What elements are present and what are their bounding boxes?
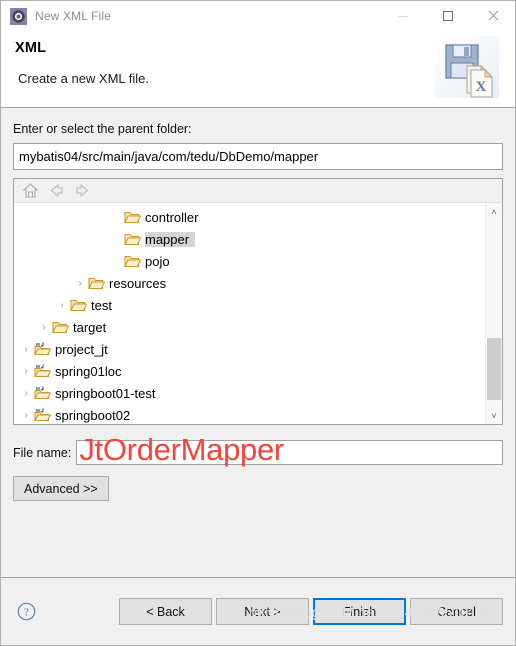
file-name-input[interactable]: JtOrderMapper xyxy=(76,432,503,467)
folder-icon xyxy=(124,232,142,246)
tree-row-label: resources xyxy=(109,275,167,291)
tree-row[interactable]: ›controller xyxy=(14,206,502,228)
file-name-row: File name: JtOrderMapper xyxy=(13,432,503,467)
close-icon[interactable] xyxy=(470,1,515,31)
tree-row[interactable]: ›mapper xyxy=(14,228,502,250)
help-question-icon[interactable]: ? xyxy=(17,602,36,621)
footer-buttons: < Back Next > Finish Cancel xyxy=(119,598,503,625)
scroll-track[interactable] xyxy=(486,220,502,407)
tree-row[interactable]: › Mspringboot01-test xyxy=(14,382,502,404)
dialog-footer: ? < Back Next > Finish Cancel https://bl… xyxy=(1,577,515,645)
finish-button[interactable]: Finish xyxy=(313,598,406,625)
back-arrow-icon[interactable] xyxy=(48,182,65,199)
wizard-header: XML Create a new XML file. X xyxy=(1,31,515,108)
tree-row-label: springboot02 xyxy=(55,407,131,423)
expand-arrow-icon[interactable]: › xyxy=(72,275,88,291)
tree-row[interactable]: ›pojo xyxy=(14,250,502,272)
svg-text:M: M xyxy=(36,386,40,391)
tree-row[interactable]: › resources xyxy=(14,272,502,294)
expand-arrow-icon[interactable]: › xyxy=(36,319,52,335)
maven-project-icon: M xyxy=(34,364,52,378)
tree-row[interactable]: › Mspringboot02 xyxy=(14,404,502,424)
folder-tree[interactable]: ›controller›mapper›pojo›resources›test›t… xyxy=(14,203,502,424)
window-title: New XML File xyxy=(35,9,112,23)
tree-row-label: target xyxy=(73,319,107,335)
file-name-label: File name: xyxy=(13,445,72,460)
minimize-icon[interactable] xyxy=(380,1,425,31)
scroll-thumb[interactable] xyxy=(487,338,501,400)
scroll-up-icon[interactable]: ˄ xyxy=(486,203,502,220)
next-button[interactable]: Next > xyxy=(216,598,309,625)
tree-row-label: pojo xyxy=(145,253,170,269)
svg-text:M: M xyxy=(36,408,40,413)
window-controls xyxy=(380,1,515,31)
expand-arrow-icon[interactable]: › xyxy=(18,363,34,379)
tree-row-label: controller xyxy=(145,209,199,225)
tree-row[interactable]: › test xyxy=(14,294,502,316)
tree-row-label: mapper xyxy=(145,231,196,247)
expand-arrow-icon[interactable]: › xyxy=(18,407,34,423)
svg-text:?: ? xyxy=(24,607,29,619)
scroll-down-icon[interactable]: ˅ xyxy=(486,407,502,424)
svg-text:X: X xyxy=(476,79,487,95)
tree-row[interactable]: › target xyxy=(14,316,502,338)
maven-project-icon: M xyxy=(34,408,52,422)
tree-row-label: test xyxy=(91,297,112,313)
expand-arrow-icon[interactable]: › xyxy=(18,341,34,357)
tree-row-label: project_jt xyxy=(55,341,108,357)
xml-wizard-icon xyxy=(10,7,27,25)
maven-project-icon: M xyxy=(34,386,52,400)
folder-tree-panel: ›controller›mapper›pojo›resources›test›t… xyxy=(13,178,503,425)
tree-row[interactable]: › Mspring01loc xyxy=(14,360,502,382)
svg-text:M: M xyxy=(36,364,40,369)
forward-arrow-icon[interactable] xyxy=(74,182,91,199)
tree-row-label: spring01loc xyxy=(55,363,122,379)
parent-folder-input[interactable]: mybatis04/src/main/java/com/tedu/DbDemo/… xyxy=(13,143,503,170)
folder-icon xyxy=(124,210,142,224)
cancel-button[interactable]: Cancel xyxy=(410,598,503,625)
folder-icon xyxy=(70,298,88,312)
maximize-icon[interactable] xyxy=(425,1,470,31)
tree-vertical-scrollbar[interactable]: ˄ ˅ xyxy=(485,203,502,424)
expand-arrow-icon[interactable]: › xyxy=(54,297,70,313)
maven-project-icon: M xyxy=(34,342,52,356)
folder-icon xyxy=(124,254,142,268)
tree-row[interactable]: › Mproject_jt xyxy=(14,338,502,360)
svg-text:M: M xyxy=(36,342,40,347)
new-xml-file-dialog: New XML File XML Create a new XML file. xyxy=(0,0,516,646)
file-name-annotation: JtOrderMapper xyxy=(79,432,284,467)
dialog-body: Enter or select the parent folder: mybat… xyxy=(1,108,515,577)
advanced-button[interactable]: Advanced >> xyxy=(13,476,109,501)
title-bar: New XML File xyxy=(1,1,515,31)
folder-icon xyxy=(88,276,106,290)
parent-folder-label: Enter or select the parent folder: xyxy=(13,122,192,136)
folder-icon xyxy=(52,320,70,334)
tree-toolbar xyxy=(14,179,502,203)
expand-arrow-icon[interactable]: › xyxy=(18,385,34,401)
back-button[interactable]: < Back xyxy=(119,598,212,625)
floppy-xml-file-icon: X xyxy=(435,36,499,98)
tree-row-label: springboot01-test xyxy=(55,385,156,401)
home-icon[interactable] xyxy=(22,182,39,199)
